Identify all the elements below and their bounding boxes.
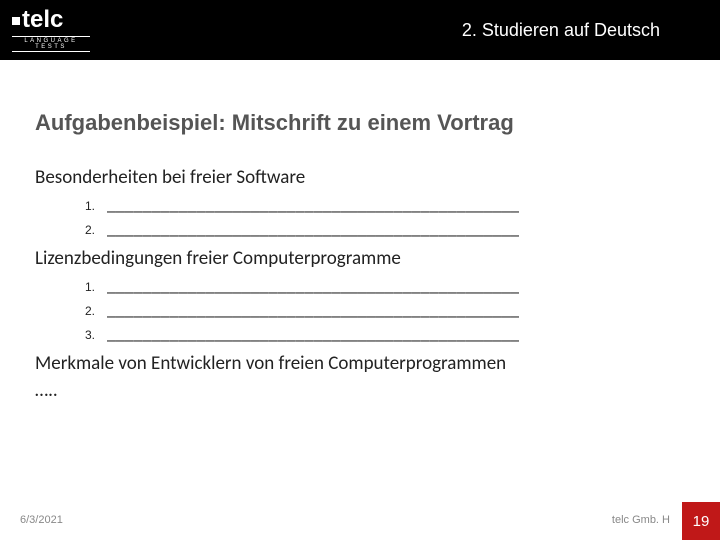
blank-line: ________________________________________… (107, 217, 519, 239)
content: Aufgabenbeispiel: Mitschrift zu einem Vo… (35, 110, 685, 402)
blank-line: ________________________________________… (107, 298, 519, 320)
list-item: 2. _____________________________________… (85, 217, 685, 239)
page-number-text: 19 (693, 513, 710, 530)
block-heading: Lizenzbedingungen freier Computerprogram… (35, 247, 685, 270)
ellipsis: ….. (35, 379, 685, 402)
slide: telc LANGUAGE TESTS 2. Studieren auf Deu… (0, 0, 720, 540)
blank-line: ________________________________________… (107, 322, 519, 344)
footer-brand: telc Gmb. H (612, 514, 670, 526)
list-number: 2. (85, 304, 107, 318)
list-item: 1. _____________________________________… (85, 193, 685, 215)
logo-square-icon (12, 17, 20, 25)
block-heading: Besonderheiten bei freier Software (35, 166, 685, 189)
logo-main: telc (12, 8, 90, 34)
list-number: 1. (85, 199, 107, 213)
list-number: 3. (85, 328, 107, 342)
page-title: Aufgabenbeispiel: Mitschrift zu einem Vo… (35, 110, 685, 136)
top-bar: telc LANGUAGE TESTS 2. Studieren auf Deu… (0, 0, 720, 60)
block-list: 1. _____________________________________… (85, 193, 685, 239)
list-item: 2. _____________________________________… (85, 298, 685, 320)
list-number: 2. (85, 223, 107, 237)
logo: telc LANGUAGE TESTS (12, 8, 90, 52)
list-item: 1. _____________________________________… (85, 274, 685, 296)
footer-date: 6/3/2021 (20, 514, 63, 526)
list-number: 1. (85, 280, 107, 294)
blank-line: ________________________________________… (107, 274, 519, 296)
block-list: 1. _____________________________________… (85, 274, 685, 344)
logo-text: telc (22, 8, 63, 32)
list-item: 3. _____________________________________… (85, 322, 685, 344)
page-number: 19 (682, 502, 720, 540)
block-heading: Merkmale von Entwicklern von freien Comp… (35, 352, 685, 375)
blank-line: ________________________________________… (107, 193, 519, 215)
logo-subtitle: LANGUAGE TESTS (12, 36, 90, 52)
section-title: 2. Studieren auf Deutsch (462, 20, 660, 41)
